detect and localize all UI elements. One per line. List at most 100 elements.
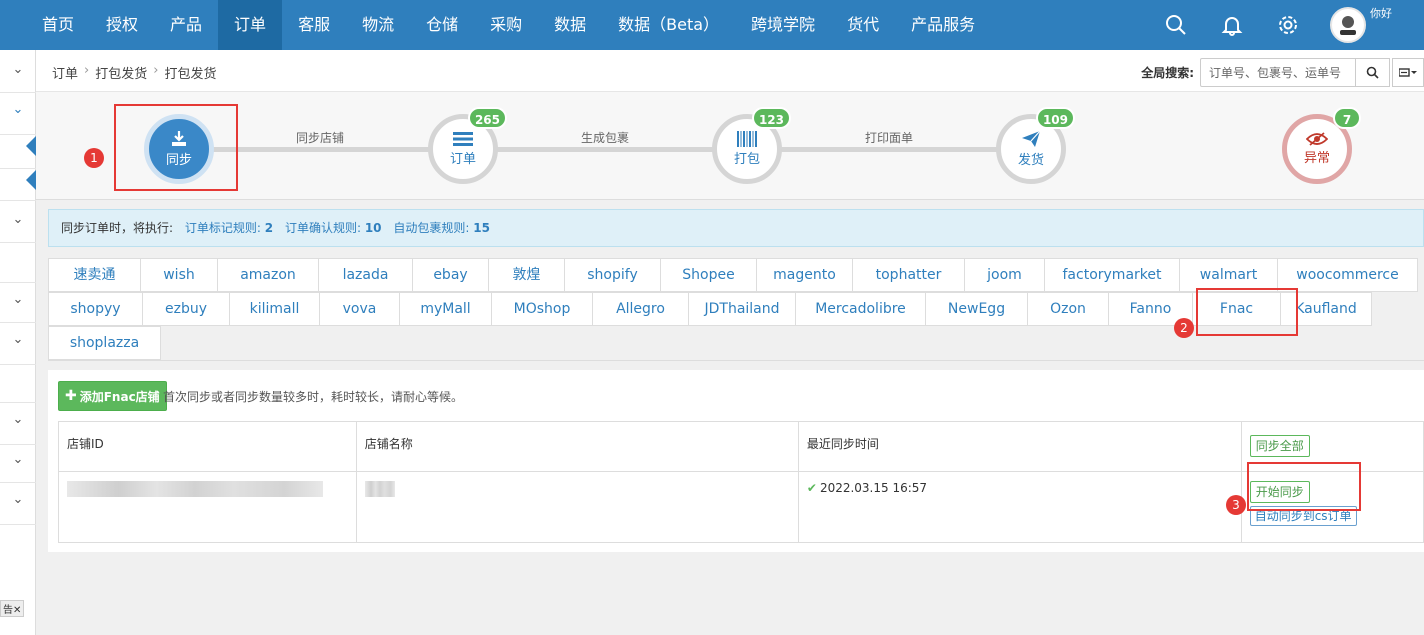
platform-tab[interactable]: joom (964, 258, 1044, 292)
nav-item[interactable]: 授权 (90, 0, 154, 50)
sync-hint: 首次同步或者同步数量较多时，耗时较长，请耐心等候。 (163, 390, 464, 404)
workflow-node-label: 订单 (449, 152, 476, 167)
nav-item[interactable]: 订单 (218, 0, 283, 50)
platform-tab[interactable]: factorymarket (1044, 258, 1179, 292)
platform-tab[interactable]: vova (319, 292, 399, 326)
platform-tab[interactable]: shopyy (48, 292, 142, 326)
rule-label[interactable]: 订单确认规则: (285, 221, 361, 235)
nav-item[interactable]: 客服 (282, 0, 346, 50)
platform-tab[interactable]: Shopee (660, 258, 756, 292)
chevron-down-icon[interactable]: ⌄ (0, 332, 36, 347)
search-input[interactable] (1200, 58, 1356, 87)
highlight-box-sync (114, 104, 238, 191)
platform-tab[interactable]: woocommerce (1277, 258, 1418, 292)
platform-tab[interactable]: Allegro (592, 292, 688, 326)
platform-tab[interactable]: lazada (318, 258, 412, 292)
eye-slash-icon (1306, 132, 1328, 146)
count-badge: 265 (467, 107, 507, 129)
divider (0, 168, 36, 169)
divider (0, 402, 36, 403)
nav-item[interactable]: 仓储 (410, 0, 474, 50)
add-store-button[interactable]: ✚ 添加Fnac店铺 (58, 381, 167, 411)
username[interactable]: 你好 (1370, 5, 1424, 45)
platform-tab[interactable]: ezbuy (142, 292, 229, 326)
platform-tab[interactable]: shopify (564, 258, 660, 292)
grid-dropdown-icon (1399, 67, 1417, 77)
workflow-node-label: 异常 (1303, 151, 1330, 166)
platform-tab[interactable]: ebay (412, 258, 488, 292)
breadcrumb-item[interactable]: 打包发货 (95, 63, 147, 82)
chevron-down-icon[interactable]: ⌄ (0, 492, 36, 507)
nav-item[interactable]: 产品 (154, 0, 218, 50)
platform-tab[interactable]: Mercadolibre (795, 292, 925, 326)
search-icon[interactable] (1148, 0, 1204, 50)
nav-item[interactable]: 数据（Beta） (602, 0, 735, 50)
last-sync-time: 2022.03.15 16:57 (819, 481, 928, 495)
store-id-cell (58, 471, 357, 543)
platform-tab[interactable]: kilimall (229, 292, 319, 326)
sync-rules-info: 同步订单时，将执行: 订单标记规则: 2 订单确认规则: 10 自动包裹规则: … (48, 209, 1424, 247)
count-badge: 7 (1333, 107, 1361, 129)
step-number: 3 (1226, 495, 1246, 515)
rule-value[interactable]: 2 (265, 221, 273, 235)
breadcrumb-item[interactable]: 订单 (52, 63, 78, 82)
workflow-link-label: 生成包裹 (581, 131, 630, 145)
chevron-down-icon[interactable]: ⌄ (0, 212, 36, 227)
platform-row: shoplazza (48, 326, 161, 360)
nav-item[interactable]: 采购 (474, 0, 538, 50)
top-navbar: 首页 授权 产品 订单 客服 物流 仓储 采购 数据 数据（Beta） 跨境学院 货代 产品服务 你好 (0, 0, 1424, 50)
chevron-down-icon[interactable]: ⌄ (0, 292, 36, 307)
count-badge: 123 (751, 107, 791, 129)
platform-tab[interactable]: amazon (217, 258, 318, 292)
check-icon: ✔ (806, 481, 817, 495)
nav-item[interactable]: 首页 (26, 0, 90, 50)
divider (0, 242, 36, 243)
nav-item[interactable]: 跨境学院 (735, 0, 831, 50)
divider (0, 482, 36, 483)
platform-tab[interactable]: Ozon (1027, 292, 1108, 326)
view-toggle-button[interactable] (1392, 58, 1424, 87)
nav-icons: 你好 (1148, 0, 1424, 50)
ad-close-label[interactable]: 告✕ (0, 600, 25, 617)
last-sync-cell: ✔ 2022.03.15 16:57 (797, 471, 1242, 543)
platform-tab[interactable]: 速卖通 (48, 258, 140, 292)
divider (48, 360, 1424, 361)
platform-tab[interactable]: tophatter (852, 258, 964, 292)
search-button[interactable] (1356, 58, 1390, 87)
workflow-node-ship[interactable]: 发货 109 (996, 107, 1075, 184)
chevron-down-icon[interactable]: ⌄ (0, 452, 36, 467)
nav-item[interactable]: 数据 (538, 0, 602, 50)
chevron-down-icon[interactable]: ⌄ (0, 412, 36, 427)
platform-tab[interactable]: magento (756, 258, 852, 292)
step-number: 2 (1174, 318, 1194, 338)
rule-value[interactable]: 15 (473, 221, 490, 235)
rule-label[interactable]: 自动包裹规则: (393, 221, 469, 235)
platform-tab[interactable]: walmart (1179, 258, 1277, 292)
platform-row: shopyy ezbuy kilimall vova myMall MOshop Alleg… (48, 292, 1372, 326)
highlight-box-fnac (1196, 288, 1298, 336)
breadcrumb-item: 打包发货 (164, 67, 217, 82)
chevron-down-icon[interactable]: ⌄ (0, 62, 36, 77)
redacted-store-id (67, 481, 323, 497)
gear-icon[interactable] (1260, 0, 1316, 50)
breadcrumb-bar: 订单 › 打包发货 › 打包发货 全局搜索: (36, 50, 1424, 92)
platform-tab[interactable]: myMall (399, 292, 491, 326)
nav-item[interactable]: 产品服务 (895, 0, 991, 50)
platform-tab[interactable]: wish (140, 258, 217, 292)
rule-value[interactable]: 10 (365, 221, 382, 235)
avatar[interactable] (1330, 7, 1366, 43)
platform-tab[interactable]: shoplazza (48, 326, 161, 360)
rule-label[interactable]: 订单标记规则: (185, 221, 261, 235)
nav-item[interactable]: 物流 (346, 0, 410, 50)
platform-tab[interactable]: NewEgg (925, 292, 1027, 326)
workflow-node-orders[interactable]: 订单 265 (428, 107, 507, 184)
chevron-down-icon[interactable]: ⌄ (0, 102, 36, 117)
platform-tab[interactable]: 敦煌 (488, 258, 564, 292)
platform-tab[interactable]: MOshop (491, 292, 592, 326)
platform-tab[interactable]: JDThailand (688, 292, 795, 326)
nav-item[interactable]: 货代 (831, 0, 895, 50)
sync-all-button[interactable]: 同步全部 (1249, 435, 1310, 457)
bell-icon[interactable] (1204, 0, 1260, 50)
workflow-node-exception[interactable]: 异常 7 (1282, 107, 1361, 184)
workflow-node-pack[interactable]: 打包 123 (712, 107, 791, 184)
